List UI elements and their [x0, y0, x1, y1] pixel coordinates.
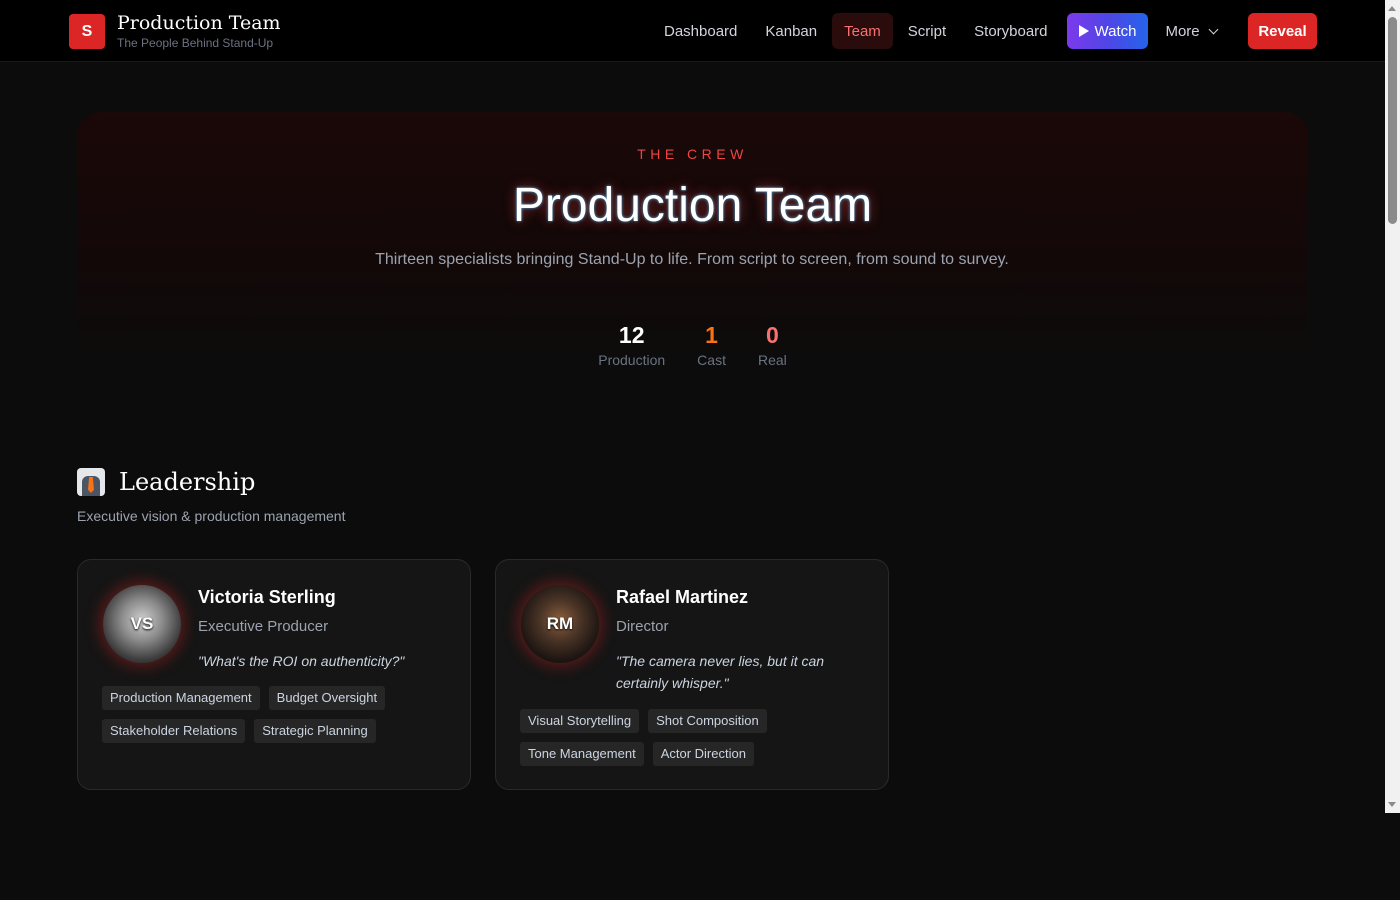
- brand[interactable]: S Production Team The People Behind Stan…: [69, 13, 281, 50]
- stats-row: 12 Production 1 Cast 0 Real: [77, 320, 1308, 368]
- skill-tag: Actor Direction: [652, 742, 754, 766]
- nav-dashboard[interactable]: Dashboard: [650, 13, 751, 49]
- avatar: VS: [103, 585, 181, 663]
- skill-tags: Production Management Budget Oversight S…: [102, 686, 452, 743]
- member-quote: "What's the ROI on authenticity?": [198, 653, 405, 669]
- necktie-icon: [77, 468, 105, 496]
- stat-production: 12 Production: [598, 320, 665, 368]
- member-name: Victoria Sterling: [198, 587, 336, 607]
- member-name: Rafael Martinez: [616, 587, 749, 607]
- skill-tag: Budget Oversight: [268, 686, 386, 710]
- watch-label: Watch: [1094, 22, 1137, 40]
- play-icon: [1078, 25, 1089, 37]
- nav-team[interactable]: Team: [832, 13, 893, 49]
- nav-storyboard[interactable]: Storyboard: [960, 13, 1061, 49]
- section-title: Leadership: [119, 468, 256, 496]
- nav-kanban[interactable]: Kanban: [751, 13, 831, 49]
- stat-label: Production: [598, 352, 666, 368]
- scrollbar-thumb[interactable]: [1388, 17, 1397, 224]
- scrollbar[interactable]: [1385, 0, 1400, 813]
- watch-button[interactable]: Watch: [1066, 13, 1149, 49]
- stat-real: 0 Real: [758, 320, 787, 368]
- brand-title: Production Team: [117, 12, 281, 34]
- section-subtitle: Executive vision & production management: [77, 508, 346, 524]
- stat-label: Real: [757, 352, 787, 368]
- stat-label: Cast: [697, 352, 726, 368]
- skill-tag: Tone Management: [520, 742, 644, 766]
- member-role: Director: [616, 618, 669, 635]
- nav-script[interactable]: Script: [894, 13, 960, 49]
- more-label: More: [1165, 22, 1200, 40]
- chevron-down-icon: [1208, 24, 1219, 34]
- stat-value: 1: [705, 322, 718, 348]
- brand-subtitle: The People Behind Stand-Up: [117, 36, 274, 50]
- more-menu[interactable]: More: [1151, 13, 1230, 49]
- page-title: Production Team: [512, 179, 873, 232]
- scroll-up-arrow-icon[interactable]: [1388, 6, 1396, 11]
- stat-value: 12: [618, 322, 645, 348]
- stat-value: 0: [765, 322, 779, 348]
- member-role: Executive Producer: [198, 618, 329, 635]
- main-nav: Dashboard Kanban Team Script Storyboard …: [650, 13, 1231, 49]
- skill-tag: Production Management: [102, 686, 260, 710]
- brand-logo: S: [69, 14, 105, 49]
- stat-cast: 1 Cast: [697, 320, 726, 368]
- skill-tag: Visual Storytelling: [520, 709, 640, 733]
- skill-tag: Stakeholder Relations: [102, 719, 246, 743]
- hero-panel: THE CREW Production Team Thirteen specia…: [77, 112, 1308, 372]
- hero-description: Thirteen specialists bringing Stand-Up t…: [375, 251, 1009, 268]
- hero-eyebrow: THE CREW: [637, 146, 748, 162]
- scroll-down-arrow-icon[interactable]: [1388, 802, 1396, 807]
- avatar-initials: RM: [546, 614, 574, 633]
- avatar-initials: VS: [130, 614, 154, 633]
- member-quote: "The camera never lies, but it can certa…: [616, 653, 825, 691]
- reveal-button[interactable]: Reveal: [1248, 13, 1317, 49]
- skill-tag: Strategic Planning: [254, 719, 376, 743]
- skill-tags: Visual Storytelling Shot Composition Ton…: [520, 709, 870, 766]
- skill-tag: Shot Composition: [648, 709, 767, 733]
- avatar: RM: [521, 585, 599, 663]
- section-header: Leadership: [77, 468, 255, 496]
- team-member-card[interactable]: VS Victoria Sterling Executive Producer …: [77, 559, 471, 790]
- team-member-card[interactable]: RM Rafael Martinez Director "The camera …: [495, 559, 889, 790]
- top-navbar: S Production Team The People Behind Stan…: [0, 0, 1385, 62]
